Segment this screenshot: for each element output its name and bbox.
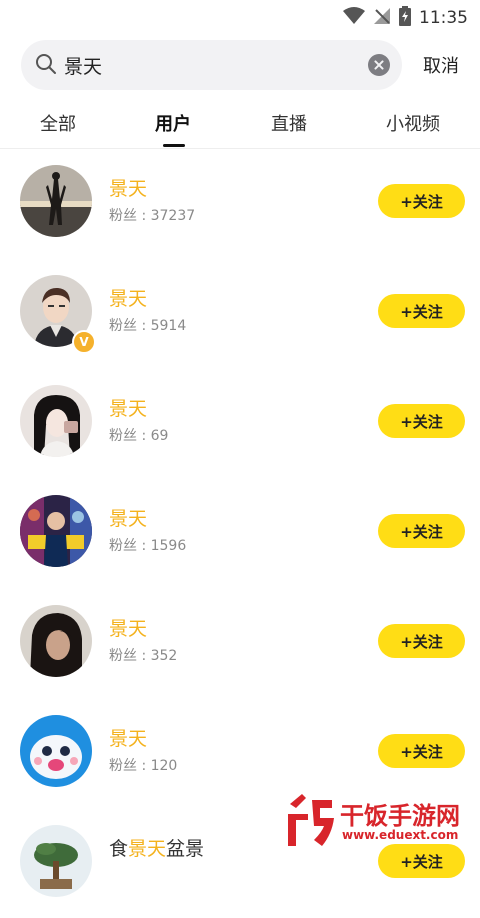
fan-count: 粉丝 : 1596	[109, 538, 187, 554]
tab-short-video[interactable]: 小视频	[386, 110, 440, 136]
status-time: 11:35	[419, 8, 468, 28]
follow-button[interactable]: +关注	[378, 404, 465, 438]
avatar[interactable]	[20, 605, 92, 677]
status-bar: 11:35	[0, 0, 480, 34]
fan-count: 粉丝 : 352	[109, 648, 178, 664]
tab-users[interactable]: 用户	[155, 110, 191, 136]
user-name: 景天	[109, 618, 148, 640]
user-name: 景天	[109, 288, 148, 310]
signal-icon	[373, 7, 391, 29]
search-row: 景天 取消	[0, 38, 480, 92]
search-icon	[35, 53, 57, 79]
user-name: 食景天盆景	[109, 838, 205, 860]
wifi-icon	[343, 7, 365, 29]
avatar[interactable]	[20, 165, 92, 237]
user-name: 景天	[109, 398, 148, 420]
verified-badge: V	[72, 330, 96, 354]
fan-count: 粉丝 : 5914	[109, 318, 187, 334]
user-name: 景天	[109, 178, 148, 200]
battery-icon	[399, 6, 411, 30]
follow-button[interactable]: +关注	[378, 734, 465, 768]
tab-indicator	[163, 144, 185, 147]
tab-bar: 全部 用户 直播 小视频	[0, 104, 480, 149]
watermark-title: 干饭手游网	[340, 802, 460, 830]
tab-all[interactable]: 全部	[40, 110, 76, 136]
avatar[interactable]	[20, 495, 92, 567]
watermark-logo-icon	[282, 790, 338, 856]
fan-count: 粉丝 : 120	[109, 758, 178, 774]
search-input[interactable]: 景天	[21, 40, 402, 90]
list-item[interactable]: 景天 粉丝 : 37237 +关注	[0, 148, 480, 258]
watermark: 干饭手游网 www.eduext.com	[282, 790, 478, 852]
clear-icon[interactable]	[368, 54, 390, 76]
follow-button[interactable]: +关注	[378, 624, 465, 658]
user-name: 景天	[109, 508, 148, 530]
follow-button[interactable]: +关注	[378, 184, 465, 218]
avatar[interactable]	[20, 715, 92, 787]
avatar[interactable]	[20, 385, 92, 457]
tab-live[interactable]: 直播	[271, 110, 307, 136]
follow-button[interactable]: +关注	[378, 514, 465, 548]
list-item[interactable]: 景天 粉丝 : 69 +关注	[0, 368, 480, 478]
fan-count: 粉丝 : 69	[109, 428, 169, 444]
user-name: 景天	[109, 728, 148, 750]
list-item[interactable]: 景天 粉丝 : 1596 +关注	[0, 478, 480, 588]
list-item[interactable]: V 景天 粉丝 : 5914 +关注	[0, 258, 480, 368]
fan-count: 粉丝 : 37237	[109, 208, 196, 224]
follow-button[interactable]: +关注	[378, 294, 465, 328]
list-item[interactable]: 景天 粉丝 : 352 +关注	[0, 588, 480, 698]
cancel-button[interactable]: 取消	[423, 52, 459, 78]
search-query[interactable]: 景天	[64, 52, 102, 79]
watermark-url: www.eduext.com	[342, 828, 459, 842]
avatar[interactable]	[20, 825, 92, 897]
